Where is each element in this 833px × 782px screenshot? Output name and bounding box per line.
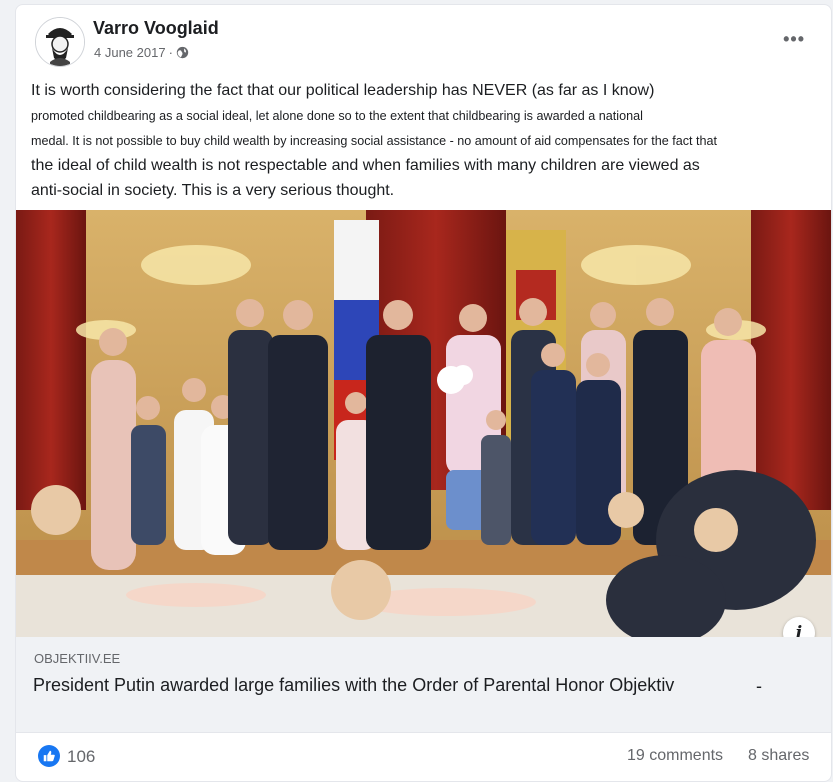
post-meta: 4 June 2017 · — [94, 45, 189, 60]
post-stats: 106 19 comments 8 shares — [16, 733, 831, 781]
more-options-icon[interactable]: ••• — [783, 29, 805, 50]
shares-count[interactable]: 8 shares — [748, 747, 809, 765]
post-text-line: It is worth considering the fact that ou… — [31, 82, 655, 99]
post-text-line: the ideal of child wealth is not respect… — [31, 157, 700, 174]
link-headline[interactable]: President Putin awarded large families w… — [33, 675, 674, 696]
post-text-line: anti-social in society. This is a very s… — [31, 182, 395, 199]
link-preview[interactable]: OBJEKTIIV.EE President Putin awarded lar… — [16, 637, 831, 733]
post-body: It is worth considering the fact that ou… — [31, 78, 821, 204]
post-card: Varro Vooglaid 4 June 2017 · ••• It is w… — [15, 4, 832, 782]
link-source: OBJEKTIIV.EE — [34, 651, 121, 666]
post-text-line: promoted childbearing as a social ideal,… — [31, 109, 643, 123]
like-icon[interactable] — [38, 745, 60, 767]
ceremony-photo — [16, 210, 831, 637]
link-headline-trailing: - — [756, 676, 762, 696]
post-text-line: medal. It is not possible to buy child w… — [31, 134, 718, 148]
meta-separator: · — [168, 45, 173, 60]
author-name[interactable]: Varro Vooglaid — [93, 18, 219, 39]
like-count[interactable]: 106 — [67, 747, 95, 767]
thumbs-up-icon — [43, 750, 55, 762]
author-avatar[interactable] — [35, 17, 85, 67]
avatar-illustration — [36, 18, 84, 66]
link-preview-image[interactable] — [16, 210, 831, 637]
globe-icon — [176, 46, 189, 59]
post-header: Varro Vooglaid 4 June 2017 · ••• — [16, 5, 831, 75]
comments-count[interactable]: 19 comments — [627, 747, 723, 765]
post-date[interactable]: 4 June 2017 — [94, 45, 166, 60]
